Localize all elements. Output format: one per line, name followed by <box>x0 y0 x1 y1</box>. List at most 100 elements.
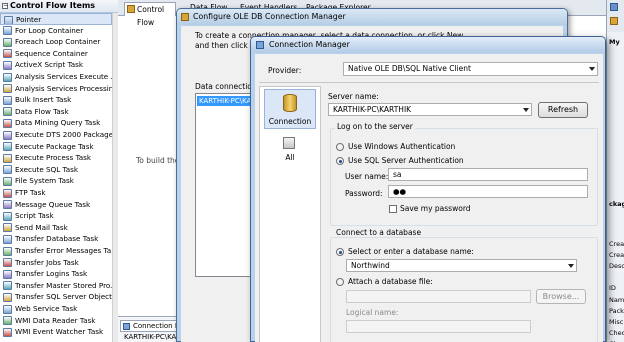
toolbox-title: Control Flow Items <box>10 1 96 10</box>
browse-button[interactable]: Browse... <box>536 289 586 304</box>
toolbox-header[interactable]: − Control Flow Items <box>0 0 118 13</box>
toolbox-item-label: Sequence Container <box>15 48 88 58</box>
toolbox-item[interactable]: Execute Process Task <box>0 152 112 164</box>
all-properties-icon <box>283 137 295 149</box>
toolbox-item-label: Send Mail Task <box>15 222 68 232</box>
right-panel-item[interactable]: My <box>609 38 620 46</box>
right-panel-item[interactable]: Misc <box>609 318 623 326</box>
task-icon <box>3 165 12 175</box>
task-icon <box>3 200 12 210</box>
attach-database-input <box>346 290 531 303</box>
toolbox-item[interactable]: ActiveX Script Task <box>0 59 112 71</box>
toolbox-item[interactable]: WMI Event Watcher Task <box>0 326 112 338</box>
toolbox-item[interactable]: Script Task <box>0 210 112 222</box>
control-flow-tab-icon <box>127 5 135 13</box>
right-panel-item[interactable]: ckag <box>609 200 624 208</box>
username-label: User name: <box>345 172 389 181</box>
toolbox-item-label: Execute SQL Task <box>15 164 79 174</box>
toolbox-item-label: Web Service Task <box>15 304 78 313</box>
toolbox-item[interactable]: Transfer Error Messages Ta... <box>0 245 112 257</box>
logical-name-label: Logical name: <box>346 308 399 317</box>
data-connections-list[interactable]: KARTHIK-PC\KAR <box>195 93 255 277</box>
right-panel-item[interactable]: ID <box>609 284 616 292</box>
toolbox-item-label: Message Queue Task <box>15 199 91 209</box>
windows-auth-radio[interactable] <box>336 143 344 151</box>
refresh-button[interactable]: Refresh <box>538 102 588 118</box>
task-icon <box>3 72 12 82</box>
attach-database-radio[interactable] <box>336 278 344 286</box>
toolbox-item[interactable]: Send Mail Task <box>0 222 112 234</box>
database-name-select[interactable]: Northwind <box>346 259 577 272</box>
save-password-label[interactable]: Save my password <box>400 204 471 213</box>
select-database-label[interactable]: Select or enter a database name: <box>348 247 474 256</box>
right-panel-item[interactable]: Creat <box>609 240 624 248</box>
toolbox-item[interactable]: Transfer Master Stored Pro... <box>0 280 112 292</box>
save-password-checkbox[interactable] <box>389 205 397 213</box>
right-panel-item[interactable]: Desc <box>609 262 624 270</box>
toolbox-item-label: Execute Package Task <box>15 141 94 151</box>
right-panel-item[interactable]: Creat <box>609 251 624 259</box>
toolbox-item[interactable]: File System Task <box>0 175 112 187</box>
toolbox-item[interactable]: Sequence Container <box>0 48 112 60</box>
toolbox-item[interactable]: Bulk Insert Task <box>0 94 112 106</box>
ole-dialog-title: Configure OLE DB Connection Manager <box>193 12 346 21</box>
task-icon <box>3 49 12 59</box>
toolbox-item[interactable]: WMI Data Reader Task <box>0 315 112 327</box>
toolbar-icon[interactable] <box>610 3 618 11</box>
toolbox-item-label: Pointer <box>16 15 42 24</box>
password-label: Password: <box>345 189 383 198</box>
select-database-radio[interactable] <box>336 248 344 256</box>
task-icon <box>3 153 12 163</box>
toolbox-item[interactable]: Execute SQL Task <box>0 164 112 176</box>
password-input[interactable]: ●● <box>388 185 588 198</box>
toolbox-item[interactable]: Execute Package Task <box>0 141 112 153</box>
toolbox-item[interactable]: Transfer Database Task <box>0 233 112 245</box>
task-icon <box>3 95 12 105</box>
attach-database-label[interactable]: Attach a database file: <box>348 277 433 286</box>
nav-label: All <box>285 153 295 162</box>
right-panel-item[interactable]: Pack <box>609 307 624 315</box>
toolbox-item[interactable]: Transfer Jobs Task <box>0 257 112 269</box>
toolbox-item-label: Transfer SQL Server Object... <box>15 292 112 302</box>
connections-tab-icon <box>123 323 130 330</box>
task-icon <box>3 26 12 36</box>
right-panel-item[interactable]: Chec <box>609 329 624 337</box>
sql-auth-radio[interactable] <box>336 157 344 165</box>
ole-dialog-titlebar[interactable]: Configure OLE DB Connection Manager <box>177 9 567 25</box>
toolbox-item[interactable]: Analysis Services Processin... <box>0 83 112 95</box>
toolbar-icon[interactable] <box>610 17 618 25</box>
toolbox-item[interactable]: Data Mining Query Task <box>0 117 112 129</box>
solution-toolbar <box>607 0 624 32</box>
toolbox-item[interactable]: Transfer SQL Server Object... <box>0 291 112 303</box>
sql-auth-label[interactable]: Use SQL Server Authentication <box>348 156 464 165</box>
provider-separator <box>259 82 599 83</box>
toolbox-item-label: Bulk Insert Task <box>15 95 72 105</box>
toolbox-item[interactable]: FTP Task <box>0 187 112 199</box>
data-connection-item[interactable]: KARTHIK-PC\KAR <box>197 96 253 106</box>
password-value: ●● <box>393 187 407 196</box>
username-input[interactable]: sa <box>388 168 588 181</box>
task-icon <box>3 258 12 268</box>
nav-item-connection[interactable]: Connection <box>264 89 316 129</box>
nav-label: Connection <box>268 117 312 126</box>
toolbox-item[interactable]: Foreach Loop Container <box>0 36 112 48</box>
toolbox-item[interactable]: Transfer Logins Task <box>0 268 112 280</box>
conn-dialog-titlebar[interactable]: Connection Manager <box>251 37 605 53</box>
task-icon <box>3 281 12 291</box>
toolbox-item[interactable]: For Loop Container <box>0 25 112 37</box>
windows-auth-label[interactable]: Use Windows Authentication <box>348 142 455 151</box>
server-name-input[interactable]: KARTHIK-PC\KARTHIK <box>328 103 532 116</box>
right-panel-item[interactable]: Nam <box>609 296 624 304</box>
provider-select[interactable]: Native OLE DB\SQL Native Client <box>343 62 598 76</box>
toolbox-item[interactable]: Analysis Services Execute ... <box>0 71 112 83</box>
conn-dialog-body: Provider: Native OLE DB\SQL Native Clien… <box>255 54 603 342</box>
toolbox-item[interactable]: Message Queue Task <box>0 199 112 211</box>
toolbox-item[interactable]: Data Flow Task <box>0 106 112 118</box>
conn-dialog-title: Connection Manager <box>269 40 350 49</box>
toolbox-item[interactable]: Pointer <box>0 13 112 25</box>
nav-item-all[interactable]: All <box>264 133 316 169</box>
dropdown-arrow-icon <box>568 264 574 268</box>
task-icon <box>3 118 12 128</box>
toolbox-item[interactable]: Web Service Task <box>0 303 112 315</box>
toolbox-item[interactable]: Execute DTS 2000 Package ... <box>0 129 112 141</box>
